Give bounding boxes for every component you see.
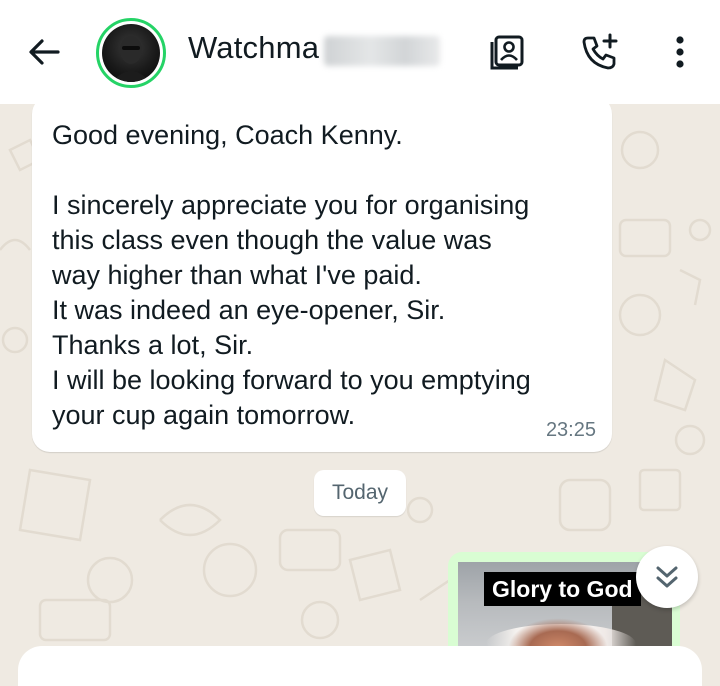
chat-header: Watchma	[0, 0, 720, 104]
thumbnail-caption: Glory to God	[484, 572, 641, 606]
contact-name[interactable]: Watchma	[188, 30, 319, 66]
date-divider: Today	[314, 470, 406, 516]
message-text: Good evening, Coach Kenny. I sincerely a…	[52, 120, 531, 430]
message-input-bar[interactable]	[18, 646, 702, 686]
redacted-name-blur	[324, 36, 440, 66]
scroll-to-bottom-button[interactable]	[636, 546, 698, 608]
more-options-icon[interactable]	[660, 32, 700, 72]
contact-avatar[interactable]	[96, 18, 166, 88]
contact-card-icon[interactable]	[488, 32, 528, 72]
incoming-message-bubble[interactable]: Good evening, Coach Kenny. I sincerely a…	[32, 96, 612, 452]
add-call-icon[interactable]	[580, 32, 620, 72]
back-arrow-icon[interactable]	[26, 34, 62, 70]
message-timestamp: 23:25	[545, 419, 596, 441]
double-chevron-down-icon	[656, 566, 678, 588]
avatar-photo	[102, 24, 160, 82]
